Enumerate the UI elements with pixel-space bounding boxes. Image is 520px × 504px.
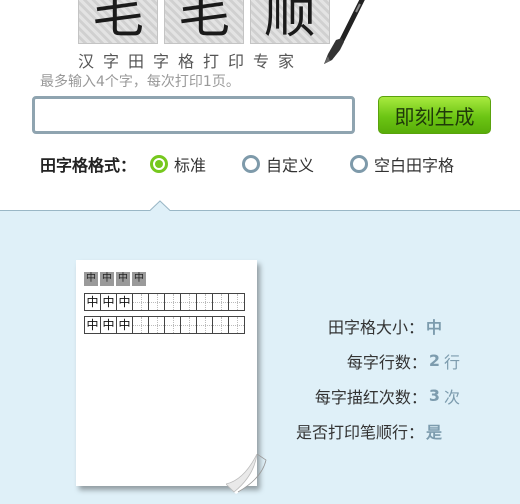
format-selector: 田字格格式： 标准 自定义 空白田字格	[40, 152, 490, 176]
grid-cell	[181, 293, 197, 311]
setting-trace-count: 每字描红次数： 3 次	[280, 378, 460, 413]
logo-char-tile: 毛	[78, 0, 158, 44]
char-input[interactable]	[32, 96, 355, 134]
stroke-order-cell: 中	[116, 272, 130, 286]
grid-cell: 中	[117, 293, 133, 311]
logo-char-tile: 毛	[164, 0, 244, 44]
grid-cell	[133, 293, 149, 311]
setting-grid-size: 田字格大小： 中	[280, 308, 460, 343]
setting-stroke-order: 是否打印笔顺行： 是	[280, 413, 460, 448]
format-option-label: 自定义	[266, 156, 315, 175]
setting-value: 3	[428, 386, 440, 405]
format-option-custom[interactable]: 自定义	[242, 152, 314, 176]
grid-cell	[229, 293, 245, 311]
grid-cell	[165, 293, 181, 311]
grid-cell: 中	[101, 316, 117, 334]
format-option-label: 标准	[174, 156, 207, 175]
setting-label: 每字行数：	[346, 352, 427, 372]
radio-unchecked-icon	[350, 155, 369, 173]
grid-cell	[165, 316, 181, 334]
input-hint: 最多输入4个字，每次打印1页。	[40, 74, 240, 90]
stroke-order-row: 中 中 中 中	[84, 272, 146, 286]
radio-checked-icon	[150, 155, 169, 173]
generate-button[interactable]: 即刻生成	[378, 96, 491, 134]
setting-value: 2	[428, 351, 440, 370]
grid-cell	[229, 316, 245, 334]
setting-value: 中	[425, 317, 442, 337]
radio-unchecked-icon	[242, 155, 261, 173]
grid-cell: 中	[85, 293, 101, 311]
grid-cell	[213, 293, 229, 311]
format-option-blank[interactable]: 空白田字格	[350, 152, 454, 176]
setting-value: 是	[425, 422, 442, 442]
logo-subtitle: 汉字田字格打印专家	[78, 52, 304, 71]
logo: 毛 毛 顺 汉字田字格打印专家	[78, 0, 365, 71]
format-label: 田字格格式：	[40, 156, 137, 175]
brush-icon	[324, 0, 365, 64]
grid-cell	[213, 316, 229, 334]
grid-cell: 中	[101, 293, 117, 311]
setting-unit: 行	[443, 352, 460, 372]
grid-cell: 中	[85, 316, 101, 334]
stroke-order-cell: 中	[100, 272, 114, 286]
setting-label: 是否打印笔顺行：	[295, 422, 424, 442]
setting-unit: 次	[443, 387, 460, 407]
setting-label: 每字描红次数：	[314, 387, 427, 407]
panel-pointer-icon	[150, 200, 170, 211]
preview-paper[interactable]: 中 中 中 中 中 中 中 中 中 中	[76, 260, 257, 486]
grid-cell	[133, 316, 149, 334]
stroke-order-cell: 中	[132, 272, 146, 286]
stroke-order-cell: 中	[84, 272, 98, 286]
grid-cell	[197, 316, 213, 334]
setting-label: 田字格大小：	[327, 317, 424, 337]
practice-row: 中 中 中	[84, 316, 245, 334]
setting-rows-per-char: 每字行数： 2 行	[280, 343, 460, 378]
settings-summary: 田字格大小： 中 每字行数： 2 行 每字描红次数： 3 次 是否打印笔顺行： …	[280, 308, 460, 448]
format-option-standard[interactable]: 标准	[150, 152, 206, 176]
grid-cell	[197, 293, 213, 311]
page-curl-icon	[226, 454, 267, 494]
format-option-label: 空白田字格	[374, 156, 455, 175]
grid-cell	[149, 293, 165, 311]
logo-tiles: 毛 毛 顺	[78, 0, 330, 44]
practice-row: 中 中 中	[84, 293, 245, 311]
grid-cell: 中	[117, 316, 133, 334]
grid-cell	[149, 316, 165, 334]
grid-cell	[181, 316, 197, 334]
